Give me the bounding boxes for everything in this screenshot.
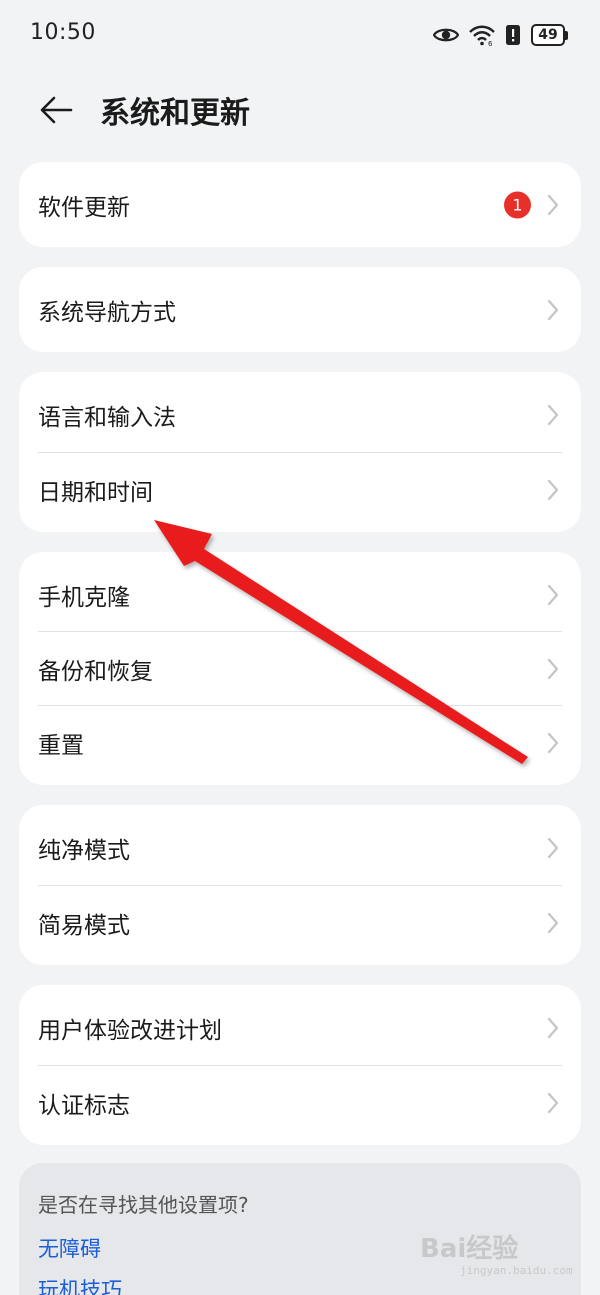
card-ux-cert: 用户体验改进计划 认证标志: [19, 985, 581, 1145]
suggestions-title: 是否在寻找其他设置项?: [38, 1193, 249, 1217]
row-label: 认证标志: [38, 1092, 130, 1119]
row-label: 重置: [38, 732, 84, 759]
row-label: 用户体验改进计划: [38, 1017, 222, 1044]
row-label: 软件更新: [38, 194, 130, 221]
chevron-right-icon: [547, 1092, 559, 1113]
row-label: 纯净模式: [38, 837, 130, 864]
back-button[interactable]: [34, 88, 78, 132]
watermark-brand: Bai经验: [420, 1234, 519, 1264]
update-count-badge: 1: [504, 191, 531, 218]
alert-icon: [505, 24, 521, 46]
row-label: 语言和输入法: [38, 404, 176, 431]
chevron-right-icon: [547, 584, 559, 605]
chevron-right-icon: [547, 194, 559, 215]
status-bar: 10:50 6 49: [0, 0, 600, 70]
row-user-experience[interactable]: 用户体验改进计划: [19, 990, 581, 1065]
chevron-right-icon: [547, 658, 559, 679]
chevron-right-icon: [547, 837, 559, 858]
link-tips[interactable]: 玩机技巧: [38, 1274, 122, 1295]
row-system-navigation[interactable]: 系统导航方式: [19, 272, 581, 347]
page-title: 系统和更新: [100, 96, 250, 131]
card-software-update: 软件更新 1: [19, 162, 581, 247]
chevron-right-icon: [547, 404, 559, 425]
chevron-right-icon: [547, 912, 559, 933]
card-language-datetime: 语言和输入法 日期和时间: [19, 372, 581, 532]
battery-level: 49: [531, 24, 565, 46]
row-label: 简易模式: [38, 912, 130, 939]
svg-text:6: 6: [488, 40, 493, 46]
row-backup-restore[interactable]: 备份和恢复: [19, 631, 581, 706]
row-label: 备份和恢复: [38, 658, 153, 685]
row-label: 手机克隆: [38, 584, 130, 611]
chevron-right-icon: [547, 1017, 559, 1038]
row-phone-clone[interactable]: 手机克隆: [19, 557, 581, 632]
eye-icon: [433, 26, 459, 44]
row-software-update[interactable]: 软件更新 1: [19, 167, 581, 242]
status-time: 10:50: [30, 20, 96, 45]
watermark-url: jingyan.baidu.com: [460, 1264, 573, 1277]
card-clone-backup-reset: 手机克隆 备份和恢复 重置: [19, 552, 581, 785]
link-accessibility[interactable]: 无障碍: [38, 1233, 101, 1263]
row-label: 日期和时间: [38, 479, 153, 506]
row-pure-mode[interactable]: 纯净模式: [19, 810, 581, 885]
status-icons: 6 49: [433, 20, 568, 50]
row-label: 系统导航方式: [38, 299, 176, 326]
row-reset[interactable]: 重置: [19, 705, 581, 780]
watermark-logo: Bai经验 jingyan.baidu.com: [420, 1228, 573, 1284]
chevron-right-icon: [547, 732, 559, 753]
row-date-time[interactable]: 日期和时间: [19, 452, 581, 527]
wifi-icon: 6: [469, 24, 495, 46]
battery-icon: 49: [531, 24, 568, 46]
row-simple-mode[interactable]: 简易模式: [19, 885, 581, 960]
row-language-input[interactable]: 语言和输入法: [19, 377, 581, 452]
back-arrow-icon: [40, 96, 73, 124]
chevron-right-icon: [547, 479, 559, 500]
row-certification[interactable]: 认证标志: [19, 1065, 581, 1140]
chevron-right-icon: [547, 299, 559, 320]
card-navigation: 系统导航方式: [19, 267, 581, 352]
header: 系统和更新: [0, 80, 600, 136]
card-modes: 纯净模式 简易模式: [19, 805, 581, 965]
